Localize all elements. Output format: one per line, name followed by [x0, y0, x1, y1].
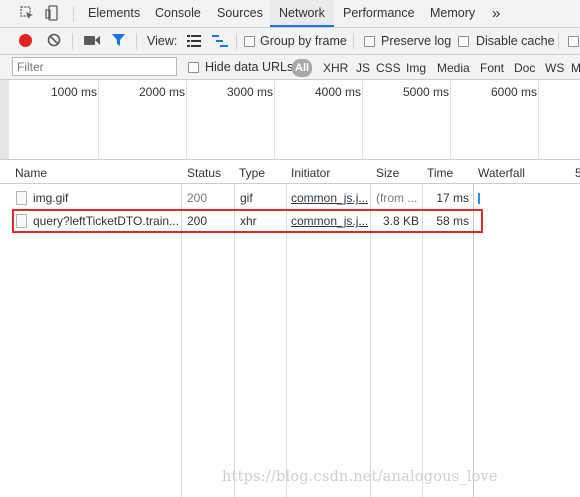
overview-tick-label: 2000 ms	[138, 85, 185, 99]
request-size: (from ...	[376, 191, 418, 205]
filter-type-doc[interactable]: Doc	[514, 60, 535, 76]
waterfall-bar	[478, 193, 480, 204]
more-tabs-chevron-icon[interactable]: »	[492, 0, 500, 27]
filter-type-xhr[interactable]: XHR	[323, 60, 348, 76]
network-toolbar: View: Group by frame Preserve log Disabl…	[0, 28, 580, 55]
filter-type-media[interactable]: Media	[437, 60, 470, 76]
preserve-log-label: Preserve log	[381, 34, 452, 48]
disable-cache-checkbox[interactable]	[458, 36, 469, 47]
toolbar-separator	[236, 33, 237, 49]
preserve-log-checkbox[interactable]	[364, 36, 375, 47]
devtools-tab-bar: Elements Console Sources Network Perform…	[0, 0, 580, 28]
tab-sources[interactable]: Sources	[217, 0, 263, 27]
toolbar-separator	[136, 33, 137, 49]
tab-separator	[73, 6, 74, 22]
tab-elements[interactable]: Elements	[88, 0, 140, 27]
group-by-frame-label: Group by frame	[260, 34, 347, 48]
filter-input[interactable]	[12, 57, 177, 76]
request-status: 200	[187, 191, 208, 205]
filter-funnel-icon[interactable]	[111, 33, 126, 51]
device-toolbar-icon[interactable]	[45, 5, 61, 21]
filter-type-font[interactable]: Font	[480, 60, 504, 76]
disable-cache-label: Disable cache	[476, 34, 555, 48]
header-status[interactable]: Status	[187, 166, 221, 180]
overview-tick	[274, 80, 275, 160]
filter-type-css[interactable]: CSS	[376, 60, 401, 76]
request-time: 17 ms	[436, 191, 469, 205]
overview-tick	[362, 80, 363, 160]
header-size[interactable]: Size	[376, 166, 399, 180]
tab-performance[interactable]: Performance	[343, 0, 415, 27]
capture-screenshots-icon[interactable]	[84, 35, 100, 49]
filter-type-img[interactable]: Img	[406, 60, 426, 76]
toolbar-separator	[558, 33, 559, 49]
filter-bar: Hide data URLs All XHR JS CSS Img Media …	[0, 55, 580, 80]
overview-tick-label: 3000 ms	[226, 85, 273, 99]
overview-tick-label: 6000 ms	[490, 85, 537, 99]
filter-type-all[interactable]: All	[292, 59, 313, 77]
header-time[interactable]: Time	[427, 166, 453, 180]
view-label: View:	[147, 34, 178, 48]
offline-checkbox[interactable]	[568, 36, 579, 47]
header-waterfall-scale: 5	[575, 166, 580, 180]
overview-tick-label: 5000 ms	[402, 85, 449, 99]
overview-scroll-gutter	[0, 80, 9, 159]
waterfall-overview-icon[interactable]	[212, 34, 228, 51]
request-name: img.gif	[33, 191, 69, 205]
overview-tick-label: 4000 ms	[314, 85, 361, 99]
group-by-frame-checkbox[interactable]	[244, 36, 255, 47]
header-type[interactable]: Type	[239, 166, 265, 180]
header-name[interactable]: Name	[15, 166, 47, 180]
header-waterfall[interactable]: Waterfall	[478, 166, 525, 180]
header-initiator[interactable]: Initiator	[291, 166, 330, 180]
table-header: Name Status Type Initiator Size Time Wat…	[0, 160, 580, 184]
image-file-icon	[16, 191, 27, 205]
overview-tick	[98, 80, 99, 160]
request-initiator-link[interactable]: common_js.j...	[291, 191, 368, 205]
clear-icon[interactable]	[47, 33, 61, 50]
tab-network[interactable]: Network	[270, 0, 334, 27]
highlight-box	[12, 209, 483, 233]
filter-type-js[interactable]: JS	[356, 60, 370, 76]
watermark-text: https://blog.csdn.net/analogous_love	[222, 469, 498, 485]
overview-tick	[186, 80, 187, 160]
inspect-element-icon[interactable]	[20, 6, 34, 20]
timeline-overview[interactable]: 1000 ms 2000 ms 3000 ms 4000 ms 5000 ms …	[0, 80, 580, 160]
toolbar-separator	[72, 33, 73, 49]
overview-tick	[450, 80, 451, 160]
toolbar-separator	[353, 33, 354, 49]
request-type: gif	[240, 191, 253, 205]
record-icon[interactable]	[19, 34, 32, 47]
filter-type-manifest[interactable]: M	[571, 60, 580, 76]
overview-tick-label: 1000 ms	[50, 85, 97, 99]
hide-data-urls-checkbox[interactable]	[188, 62, 199, 73]
filter-type-ws[interactable]: WS	[545, 60, 564, 76]
large-request-rows-icon[interactable]	[187, 35, 201, 50]
tab-memory[interactable]: Memory	[430, 0, 475, 27]
hide-data-urls-label: Hide data URLs	[205, 60, 294, 74]
tab-console[interactable]: Console	[155, 0, 201, 27]
table-row[interactable]: img.gif 200 gif common_js.j... (from ...…	[0, 187, 580, 209]
overview-tick	[538, 80, 539, 160]
